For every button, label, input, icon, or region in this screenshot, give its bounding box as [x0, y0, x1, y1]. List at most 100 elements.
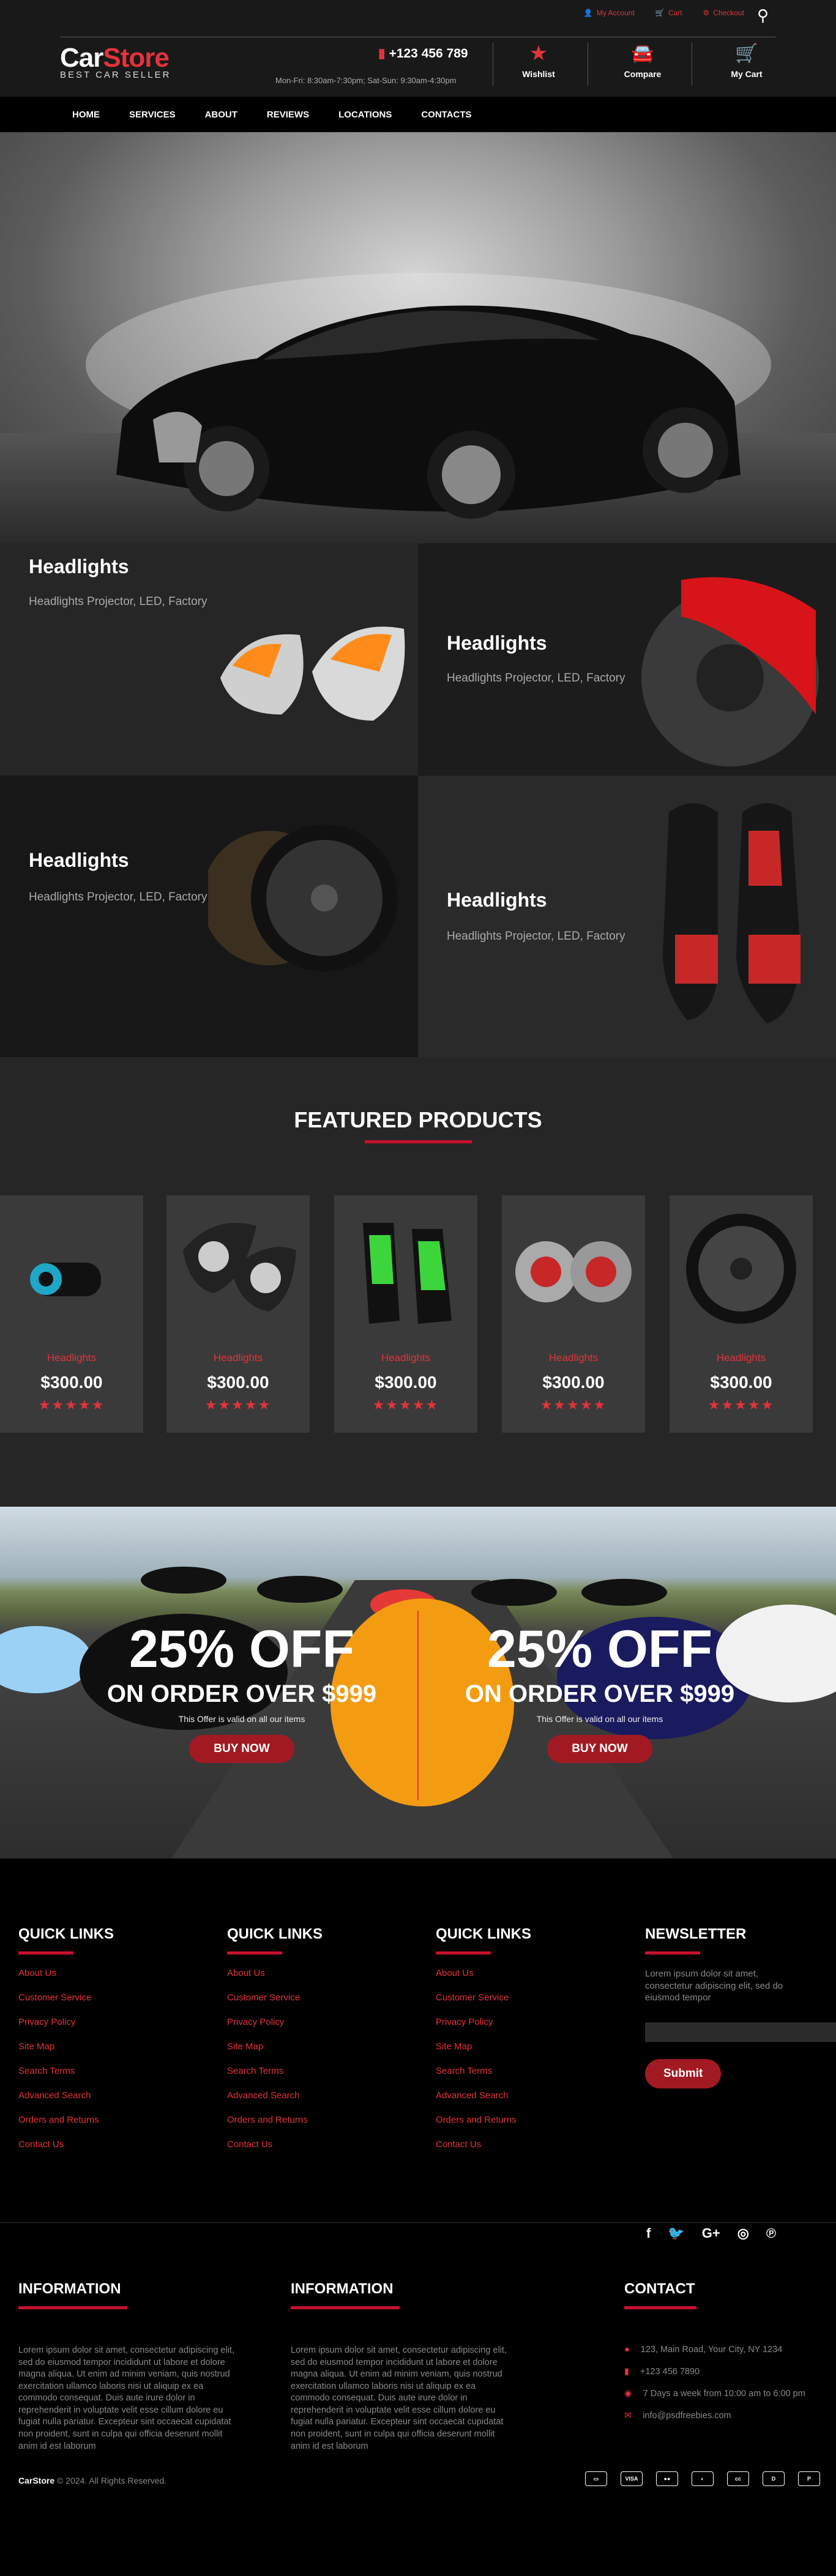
wishlist-button[interactable]: ★ Wishlist	[508, 43, 569, 79]
logo[interactable]: CarStore BEST CAR SELLER	[60, 43, 171, 80]
submit-button[interactable]: Submit	[645, 2058, 722, 2088]
offer-banner: 25% OFF ON ORDER OVER $999 This Offer is…	[0, 1507, 836, 1858]
footer-link[interactable]: Contact Us	[18, 2139, 114, 2150]
category-title: Headlights	[447, 889, 547, 911]
my-cart-button[interactable]: 🛒 My Cart	[716, 43, 777, 79]
footer-link[interactable]: Customer Service	[227, 1992, 323, 2003]
product-price: $300.00	[375, 1373, 437, 1392]
title-underline	[18, 1951, 73, 1954]
footer-link[interactable]: Orders and Returns	[18, 2115, 114, 2125]
category-card[interactable]: Headlights Headlights Projector, LED, Fa…	[418, 776, 836, 1057]
seat-image	[663, 803, 801, 1023]
product-card[interactable]: Headlights $300.00 ★★★★★	[502, 1195, 645, 1433]
my-account-link[interactable]: 👤 My Account	[584, 9, 635, 17]
product-name: Headlights	[716, 1352, 766, 1364]
footer-link[interactable]: Search Terms	[227, 2066, 323, 2076]
contact-address: ● 123, Main Road, Your City, NY 1234	[624, 2345, 783, 2355]
buy-now-button[interactable]: BUY NOW	[189, 1735, 294, 1763]
nav-about[interactable]: ABOUT	[205, 109, 237, 120]
newsletter-text: Lorem ipsum dolor sit amet, consectetur …	[645, 1969, 783, 2003]
phone-icon: ▮	[378, 46, 386, 61]
buy-now-button[interactable]: BUY NOW	[547, 1735, 652, 1763]
category-card[interactable]: Headlights Headlights Projector, LED, Fa…	[418, 543, 836, 776]
section-title: FEATURED PRODUCTS	[294, 1107, 542, 1132]
newsletter-email-input[interactable]	[645, 2022, 836, 2042]
offer-block: 25% OFF ON ORDER OVER $999 This Offer is…	[70, 1623, 413, 1763]
column-title: CONTACT	[624, 2281, 695, 2297]
product-image	[363, 1223, 452, 1324]
footer-link[interactable]: Advanced Search	[227, 2090, 323, 2101]
footer-link[interactable]: Contact Us	[436, 2139, 531, 2150]
product-card[interactable]: Headlights $300.00 ★★★★★	[670, 1195, 813, 1433]
footer-link[interactable]: Orders and Returns	[436, 2115, 531, 2125]
offer-condition: ON ORDER OVER $999	[465, 1680, 735, 1707]
footer-link[interactable]: Site Map	[436, 2041, 531, 2052]
product-card[interactable]: Headlights $300.00 ★★★★★	[334, 1195, 477, 1433]
twitter-icon[interactable]: 🐦	[668, 2225, 684, 2241]
product-price: $300.00	[542, 1373, 605, 1392]
nav-reviews[interactable]: REVIEWS	[267, 109, 309, 120]
footer-link[interactable]: About Us	[18, 1968, 114, 1978]
footer-link[interactable]: Site Map	[227, 2041, 323, 2052]
nav-services[interactable]: SERVICES	[129, 109, 176, 120]
visa-icon: VISA	[621, 2471, 643, 2486]
offer-note: This Offer is valid on all our items	[178, 1714, 305, 1724]
cart-link[interactable]: 🛒 Cart	[655, 9, 682, 17]
facebook-icon[interactable]: f	[646, 2225, 651, 2241]
title-underline	[291, 2306, 400, 2309]
information-column: INFORMATION Lorem ipsum dolor sit amet, …	[18, 2281, 239, 2452]
footer-link[interactable]: Customer Service	[18, 1992, 114, 2003]
cart-icon: 🛒	[655, 9, 665, 17]
pinterest-icon[interactable]: ℗	[766, 2225, 776, 2241]
footer-link[interactable]: Advanced Search	[436, 2090, 531, 2101]
information-text: Lorem ipsum dolor sit amet, consectetur …	[18, 2345, 234, 2451]
title-underline	[18, 2306, 127, 2309]
contact-email[interactable]: ✉ info@psdfreebies.com	[624, 2411, 805, 2421]
hero-banner	[0, 132, 836, 543]
newsletter-column: NEWSLETTER Lorem ipsum dolor sit amet, c…	[645, 1926, 836, 2088]
product-price: $300.00	[207, 1373, 269, 1392]
checkout-link[interactable]: ⚙ Checkout	[703, 9, 744, 17]
google-plus-icon[interactable]: G+	[702, 2225, 720, 2241]
information-text: Lorem ipsum dolor sit amet, consectetur …	[291, 2345, 507, 2451]
footer-link[interactable]: Privacy Policy	[436, 2017, 531, 2027]
offer-condition: ON ORDER OVER $999	[106, 1680, 377, 1707]
product-card[interactable]: Headlights $300.00 ★★★★★	[0, 1195, 143, 1433]
nav-locations[interactable]: LOCATIONS	[338, 109, 392, 120]
category-card[interactable]: Headlights Headlights Projector, LED, Fa…	[0, 776, 418, 1057]
mail-icon: ✉	[624, 2411, 632, 2421]
payment-methods: ▭ VISA ●● ◐ cc D P	[585, 2471, 820, 2486]
footer-link[interactable]: Orders and Returns	[227, 2115, 323, 2125]
social-links: f 🐦 G+ ◎ ℗	[646, 2225, 776, 2241]
footer-link[interactable]: Contact Us	[227, 2139, 323, 2150]
footer-link[interactable]: Search Terms	[18, 2066, 114, 2076]
nav-home[interactable]: HOME	[72, 109, 100, 120]
footer-link[interactable]: Privacy Policy	[227, 2017, 323, 2027]
category-card[interactable]: Headlights Headlights Projector, LED, Fa…	[0, 543, 418, 776]
category-grid: Headlights Headlights Projector, LED, Fa…	[0, 543, 836, 1057]
contact-column: CONTACT ● 123, Main Road, Your City, NY 1…	[624, 2281, 805, 2433]
footer-link[interactable]: About Us	[227, 1968, 323, 1978]
nav-contacts[interactable]: CONTACTS	[421, 109, 471, 120]
top-links: 👤 My Account 🛒 Cart ⚙ Checkout	[584, 9, 744, 17]
product-price: $300.00	[710, 1373, 772, 1392]
footer-link[interactable]: Search Terms	[436, 2066, 531, 2076]
search-icon[interactable]: ⚲	[757, 6, 769, 25]
phone-number[interactable]: ▮ +123 456 789	[378, 46, 468, 61]
information-column: INFORMATION Lorem ipsum dolor sit amet, …	[291, 2281, 511, 2452]
contact-phone[interactable]: ▮ +123 456 7890	[624, 2367, 805, 2377]
paypal-icon: P	[798, 2471, 820, 2486]
instagram-icon[interactable]: ◎	[737, 2225, 749, 2241]
footer-link[interactable]: Customer Service	[436, 1992, 531, 2003]
star-icon: ★	[530, 43, 547, 64]
footer-link[interactable]: Site Map	[18, 2041, 114, 2052]
car-icon: 🚘	[631, 43, 654, 64]
column-title: QUICK LINKS	[436, 1926, 531, 1942]
footer-link[interactable]: Advanced Search	[18, 2090, 114, 2101]
footer-link[interactable]: About Us	[436, 1968, 531, 1978]
offer-note: This Offer is valid on all our items	[536, 1714, 663, 1724]
compare-button[interactable]: 🚘 Compare	[612, 43, 673, 79]
product-card[interactable]: Headlights $300.00 ★★★★★	[166, 1195, 310, 1433]
footer-link[interactable]: Privacy Policy	[18, 2017, 114, 2027]
category-title: Headlights	[29, 555, 129, 577]
